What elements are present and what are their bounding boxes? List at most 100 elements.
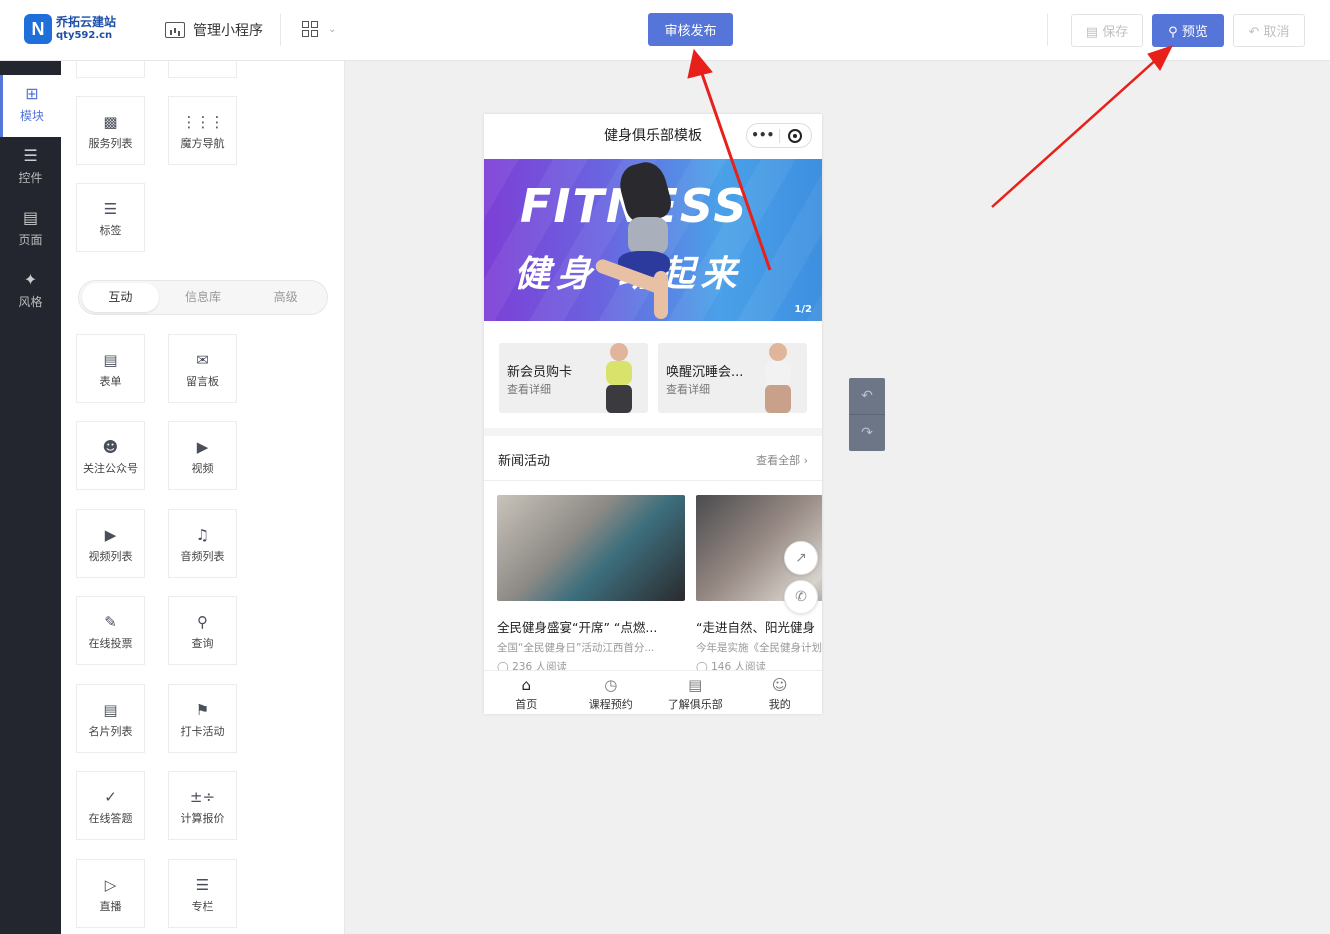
user-icon: ☺: [771, 676, 788, 694]
news-heading: 新闻活动: [498, 454, 551, 469]
clock-icon: ◷: [604, 676, 618, 694]
miniprogram-capsule[interactable]: •••: [746, 123, 812, 148]
phone-preview: 健身俱乐部模板 ••• FITNESS 健身 动起来 1/2 新会员购卡 查看详…: [484, 114, 822, 714]
document-icon: ▤: [688, 676, 703, 694]
module-tile[interactable]: [168, 61, 237, 78]
save-label: 保存: [1102, 25, 1129, 40]
bar-chart-icon: [165, 22, 185, 38]
manage-label: 管理小程序: [193, 23, 263, 39]
history-controls: ↶ ↷: [849, 378, 885, 451]
tab-interactive[interactable]: 互动: [82, 283, 159, 312]
module-tile[interactable]: [76, 61, 145, 78]
view-all-link[interactable]: 查看全部 ›: [756, 452, 808, 468]
cancel-label: 取消: [1263, 25, 1290, 40]
news-image: [497, 495, 685, 601]
plus-square-icon: ⊞: [25, 84, 39, 103]
cancel-button[interactable]: ↶ 取消: [1233, 14, 1305, 47]
tile-online-vote[interactable]: ✎ 在线投票: [76, 596, 145, 665]
chevron-down-icon: ⌄: [328, 23, 337, 35]
audio-list-icon: ♫: [195, 526, 210, 544]
tile-online-quiz[interactable]: ✓ 在线答题: [76, 771, 145, 840]
phone-call-icon[interactable]: ✆: [784, 580, 818, 614]
divider: [1047, 14, 1048, 46]
module-panel: ▩ 服务列表 ⋮⋮⋮ 魔方导航 ☰ 标签 互动 信息库 高级 ▤ 表单 ✉ 留言板 …: [61, 61, 345, 934]
hero-banner[interactable]: FITNESS 健身 动起来 1/2: [484, 159, 822, 321]
rail-item-style[interactable]: ✦ 风格: [0, 261, 61, 323]
form-icon: ▤: [103, 351, 118, 369]
follow-icon: ☻: [102, 438, 119, 456]
banner-pager: 1/2: [794, 304, 812, 315]
promo-image: [602, 343, 638, 413]
publish-review-button[interactable]: 审核发布: [648, 13, 733, 46]
brand-logo[interactable]: 乔拓云建站 qty592.cn: [24, 14, 116, 44]
more-icon[interactable]: •••: [747, 124, 779, 147]
tile-magic-nav[interactable]: ⋮⋮⋮ 魔方导航: [168, 96, 237, 165]
magic-wand-icon: ✦: [23, 270, 38, 289]
rail-label: 页面: [18, 233, 43, 247]
rail-item-pages[interactable]: ▤ 页面: [0, 199, 61, 261]
tile-live[interactable]: ▷ 直播: [76, 859, 145, 928]
tile-video-list[interactable]: ▶ 视频列表: [76, 509, 145, 578]
column-icon: ☰: [195, 876, 210, 894]
tabbar-item-booking[interactable]: ◷ 课程预约: [569, 671, 654, 714]
divider: [280, 14, 281, 46]
tabbar-item-mine[interactable]: ☺ 我的: [738, 671, 823, 714]
rail-item-modules[interactable]: ⊞ 模块: [0, 75, 61, 137]
undo-icon: ↶: [1248, 25, 1260, 40]
quiz-icon: ✓: [104, 788, 117, 806]
live-icon: ▷: [104, 876, 117, 894]
tile-card-list[interactable]: ▤ 名片列表: [76, 684, 145, 753]
redo-icon[interactable]: ↷: [849, 415, 885, 451]
tile-service-list[interactable]: ▩ 服务列表: [76, 96, 145, 165]
checkin-icon: ⚑: [195, 701, 210, 719]
close-target-icon[interactable]: [779, 128, 811, 143]
bottom-tabbar: ⌂ 首页 ◷ 课程预约 ▤ 了解俱乐部 ☺ 我的: [484, 670, 822, 714]
tab-advanced[interactable]: 高级: [247, 283, 324, 312]
tile-calculator[interactable]: ±÷ 计算报价: [168, 771, 237, 840]
message-board-icon: ✉: [196, 351, 209, 369]
tab-info-library[interactable]: 信息库: [165, 283, 242, 312]
promo-card[interactable]: 新会员购卡 查看详细: [499, 343, 648, 413]
tile-checkin[interactable]: ⚑ 打卡活动: [168, 684, 237, 753]
top-toolbar: 乔拓云建站 qty592.cn 管理小程序 ⌄ 审核发布 ▤ 保存 ⚲ 预览 ↶…: [0, 0, 1330, 61]
arrow-to-preview: [991, 57, 1159, 208]
grid-icon: [302, 21, 318, 37]
tile-form[interactable]: ▤ 表单: [76, 334, 145, 403]
save-button[interactable]: ▤ 保存: [1071, 14, 1143, 47]
app-switcher-dropdown[interactable]: ⌄: [302, 21, 336, 37]
runner-image: [593, 159, 704, 321]
rail-label: 模块: [19, 109, 44, 123]
video-list-icon: ▶: [104, 526, 117, 544]
rail-label: 风格: [18, 295, 43, 309]
rail-label: 控件: [18, 171, 43, 185]
preview-button[interactable]: ⚲ 预览: [1152, 14, 1224, 47]
logo-icon: [24, 14, 52, 44]
tile-audio-list[interactable]: ♫ 音频列表: [168, 509, 237, 578]
undo-icon[interactable]: ↶: [849, 378, 885, 414]
card-list-icon: ▤: [103, 701, 118, 719]
page-icon: ▤: [22, 208, 39, 227]
module-category-tabs: 互动 信息库 高级: [78, 280, 328, 315]
tile-video[interactable]: ▶ 视频: [168, 421, 237, 490]
home-icon: ⌂: [521, 676, 532, 694]
chevron-right-icon: ›: [803, 454, 808, 467]
service-list-icon: ▩: [103, 113, 118, 131]
manage-miniprogram-link[interactable]: 管理小程序: [165, 20, 263, 40]
tabbar-item-home[interactable]: ⌂ 首页: [484, 671, 569, 714]
tabbar-item-about[interactable]: ▤ 了解俱乐部: [653, 671, 738, 714]
tile-tag[interactable]: ☰ 标签: [76, 183, 145, 252]
promo-card[interactable]: 唤醒沉睡会... 查看详细: [658, 343, 807, 413]
search-icon: ⚲: [1168, 25, 1178, 40]
tag-icon: ☰: [103, 200, 118, 218]
video-icon: ▶: [196, 438, 209, 456]
tile-query[interactable]: ⚲ 查询: [168, 596, 237, 665]
rail-item-controls[interactable]: ☰ 控件: [0, 137, 61, 199]
share-icon[interactable]: ↗: [784, 541, 818, 575]
left-nav-rail: ⊞ 模块 ☰ 控件 ▤ 页面 ✦ 风格: [0, 61, 61, 934]
news-card[interactable]: 全民健身盛宴“开席” “点燃... 全国“全民健身日”活动江西首分... ◯ 2…: [497, 495, 685, 674]
tile-follow-account[interactable]: ☻ 关注公众号: [76, 421, 145, 490]
grid-dots-icon: ⋮⋮⋮: [181, 113, 225, 131]
tile-message-board[interactable]: ✉ 留言板: [168, 334, 237, 403]
logo-name: 乔拓云建站: [56, 15, 117, 29]
tile-column[interactable]: ☰ 专栏: [168, 859, 237, 928]
